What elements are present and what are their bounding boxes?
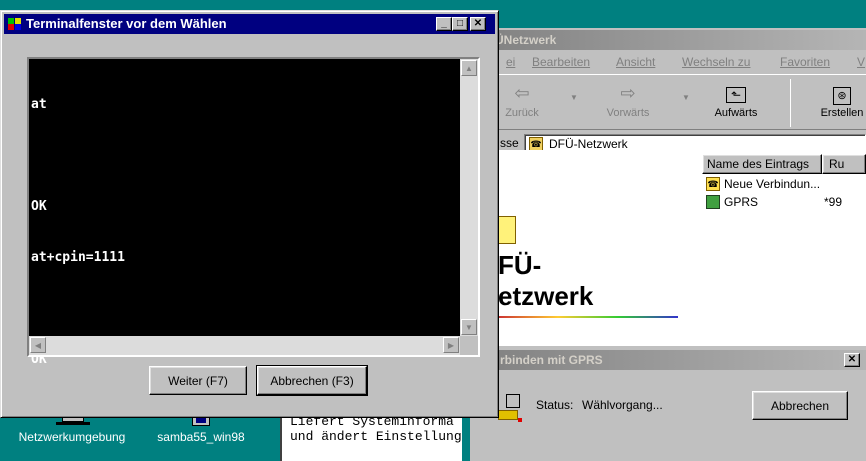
explorer-titlebar[interactable]: ÜNetzwerk: [470, 30, 866, 50]
menu-extras[interactable]: V: [857, 52, 865, 72]
dial-close-button[interactable]: ✕: [844, 353, 860, 367]
dial-cancel-button[interactable]: Abbrechen: [752, 391, 848, 420]
toolbar-separator: [790, 79, 791, 127]
up-button[interactable]: ⬑ Aufwärts: [704, 77, 768, 129]
desktop-icon-network[interactable]: Netzwerkumgebung: [8, 412, 136, 461]
terminal-app-icon: [8, 18, 22, 30]
horizontal-scrollbar[interactable]: ◀ ▶: [29, 336, 460, 355]
back-button[interactable]: ⇦ Zurück: [498, 77, 546, 129]
column-header-number[interactable]: Ru: [822, 154, 866, 174]
forward-button[interactable]: ⇨ Vorwärts: [598, 77, 658, 129]
status-label: Status:: [536, 398, 574, 412]
maximize-button[interactable]: □: [452, 17, 468, 31]
scroll-down-icon[interactable]: ▼: [461, 319, 477, 335]
minimize-icon: _: [441, 18, 447, 29]
address-value: DFÜ-Netzwerk: [549, 137, 628, 151]
heading-divider: [498, 316, 678, 318]
explorer-content: FÜ- etzwerk Name des Eintrags Ru ☎ Neue …: [498, 150, 866, 374]
address-label: sse: [500, 136, 519, 150]
terminal-output-area[interactable]: at OK at+cpin=1111 OK ▲ ▼ ◀ ▶: [27, 57, 480, 367]
forward-dropdown-icon[interactable]: ▼: [682, 93, 690, 102]
terminal-titlebar[interactable]: Terminalfenster vor dem Wählen: [4, 14, 495, 34]
list-item-new-connection[interactable]: ☎ Neue Verbindun...: [704, 176, 820, 192]
scroll-left-icon[interactable]: ◀: [30, 337, 46, 353]
minimize-button[interactable]: _: [436, 17, 452, 31]
terminal-line: at+cpin=1111: [31, 250, 125, 265]
forward-arrow-icon: ⇨: [620, 83, 636, 103]
samba-label: samba55_win98: [157, 430, 245, 444]
create-button[interactable]: ⊛ Erstellen: [814, 77, 866, 129]
vertical-scrollbar[interactable]: ▲ ▼: [460, 59, 478, 336]
folder-graphic-icon: [498, 216, 516, 244]
explorer-title: ÜNetzwerk: [495, 33, 557, 47]
menu-edit[interactable]: Bearbeiten: [532, 52, 590, 72]
back-dropdown-icon[interactable]: ▼: [570, 93, 578, 102]
cancel-button[interactable]: Abbrechen (F3): [256, 365, 368, 396]
menu-favorites[interactable]: Favoriten: [780, 52, 830, 72]
folder-heading: FÜ- etzwerk: [498, 250, 594, 311]
info-panel: Liefert Systeminforma und ändert Einstel…: [280, 412, 462, 461]
terminal-screen[interactable]: at OK at+cpin=1111 OK: [29, 59, 460, 367]
terminal-line: OK: [31, 199, 47, 214]
dfu-folder-icon: ☎: [529, 137, 543, 151]
menu-goto[interactable]: Wechseln zu: [682, 52, 750, 72]
close-icon: ✕: [847, 354, 857, 365]
close-button[interactable]: ✕: [470, 17, 486, 31]
list-item-gprs[interactable]: GPRS *99: [704, 194, 864, 210]
maximize-icon: □: [456, 18, 464, 29]
dialup-connection-icon: [706, 195, 720, 209]
status-value: Wählvorgang...: [582, 398, 663, 412]
explorer-menubar: ei Bearbeiten Ansicht Wechseln zu Favori…: [470, 52, 866, 72]
create-connection-icon: ⊛: [814, 83, 866, 105]
folder-up-icon: ⬑: [704, 83, 768, 103]
scroll-up-icon[interactable]: ▲: [461, 60, 477, 76]
terminal-dialog: Terminalfenster vor dem Wählen _ □ ✕ at …: [0, 10, 499, 418]
dial-titlebar[interactable]: rbinden mit GPRS: [470, 350, 866, 370]
desktop-icon-samba[interactable]: samba55_win98: [146, 412, 256, 461]
back-arrow-icon: ⇦: [514, 83, 530, 103]
scroll-right-icon[interactable]: ▶: [443, 337, 459, 353]
terminal-title: Terminalfenster vor dem Wählen: [26, 16, 227, 31]
menu-view[interactable]: Ansicht: [616, 52, 655, 72]
dial-status-window: rbinden mit GPRS ✕ Status: Wählvorgang..…: [470, 346, 866, 461]
dial-title: rbinden mit GPRS: [500, 353, 603, 367]
modem-phone-icon: [498, 394, 522, 424]
menu-file[interactable]: ei: [506, 52, 515, 72]
terminal-line: at: [31, 97, 47, 112]
network-label: Netzwerkumgebung: [18, 430, 126, 444]
close-icon: ✕: [473, 18, 483, 29]
new-connection-icon: ☎: [706, 177, 720, 191]
next-button[interactable]: Weiter (F7): [149, 366, 247, 395]
explorer-toolbar: ⇦ Zurück ▼ ⇨ Vorwärts ▼ ⬑ Aufwärts ⊛ Ers…: [470, 74, 866, 130]
column-header-name[interactable]: Name des Eintrags: [702, 154, 822, 174]
